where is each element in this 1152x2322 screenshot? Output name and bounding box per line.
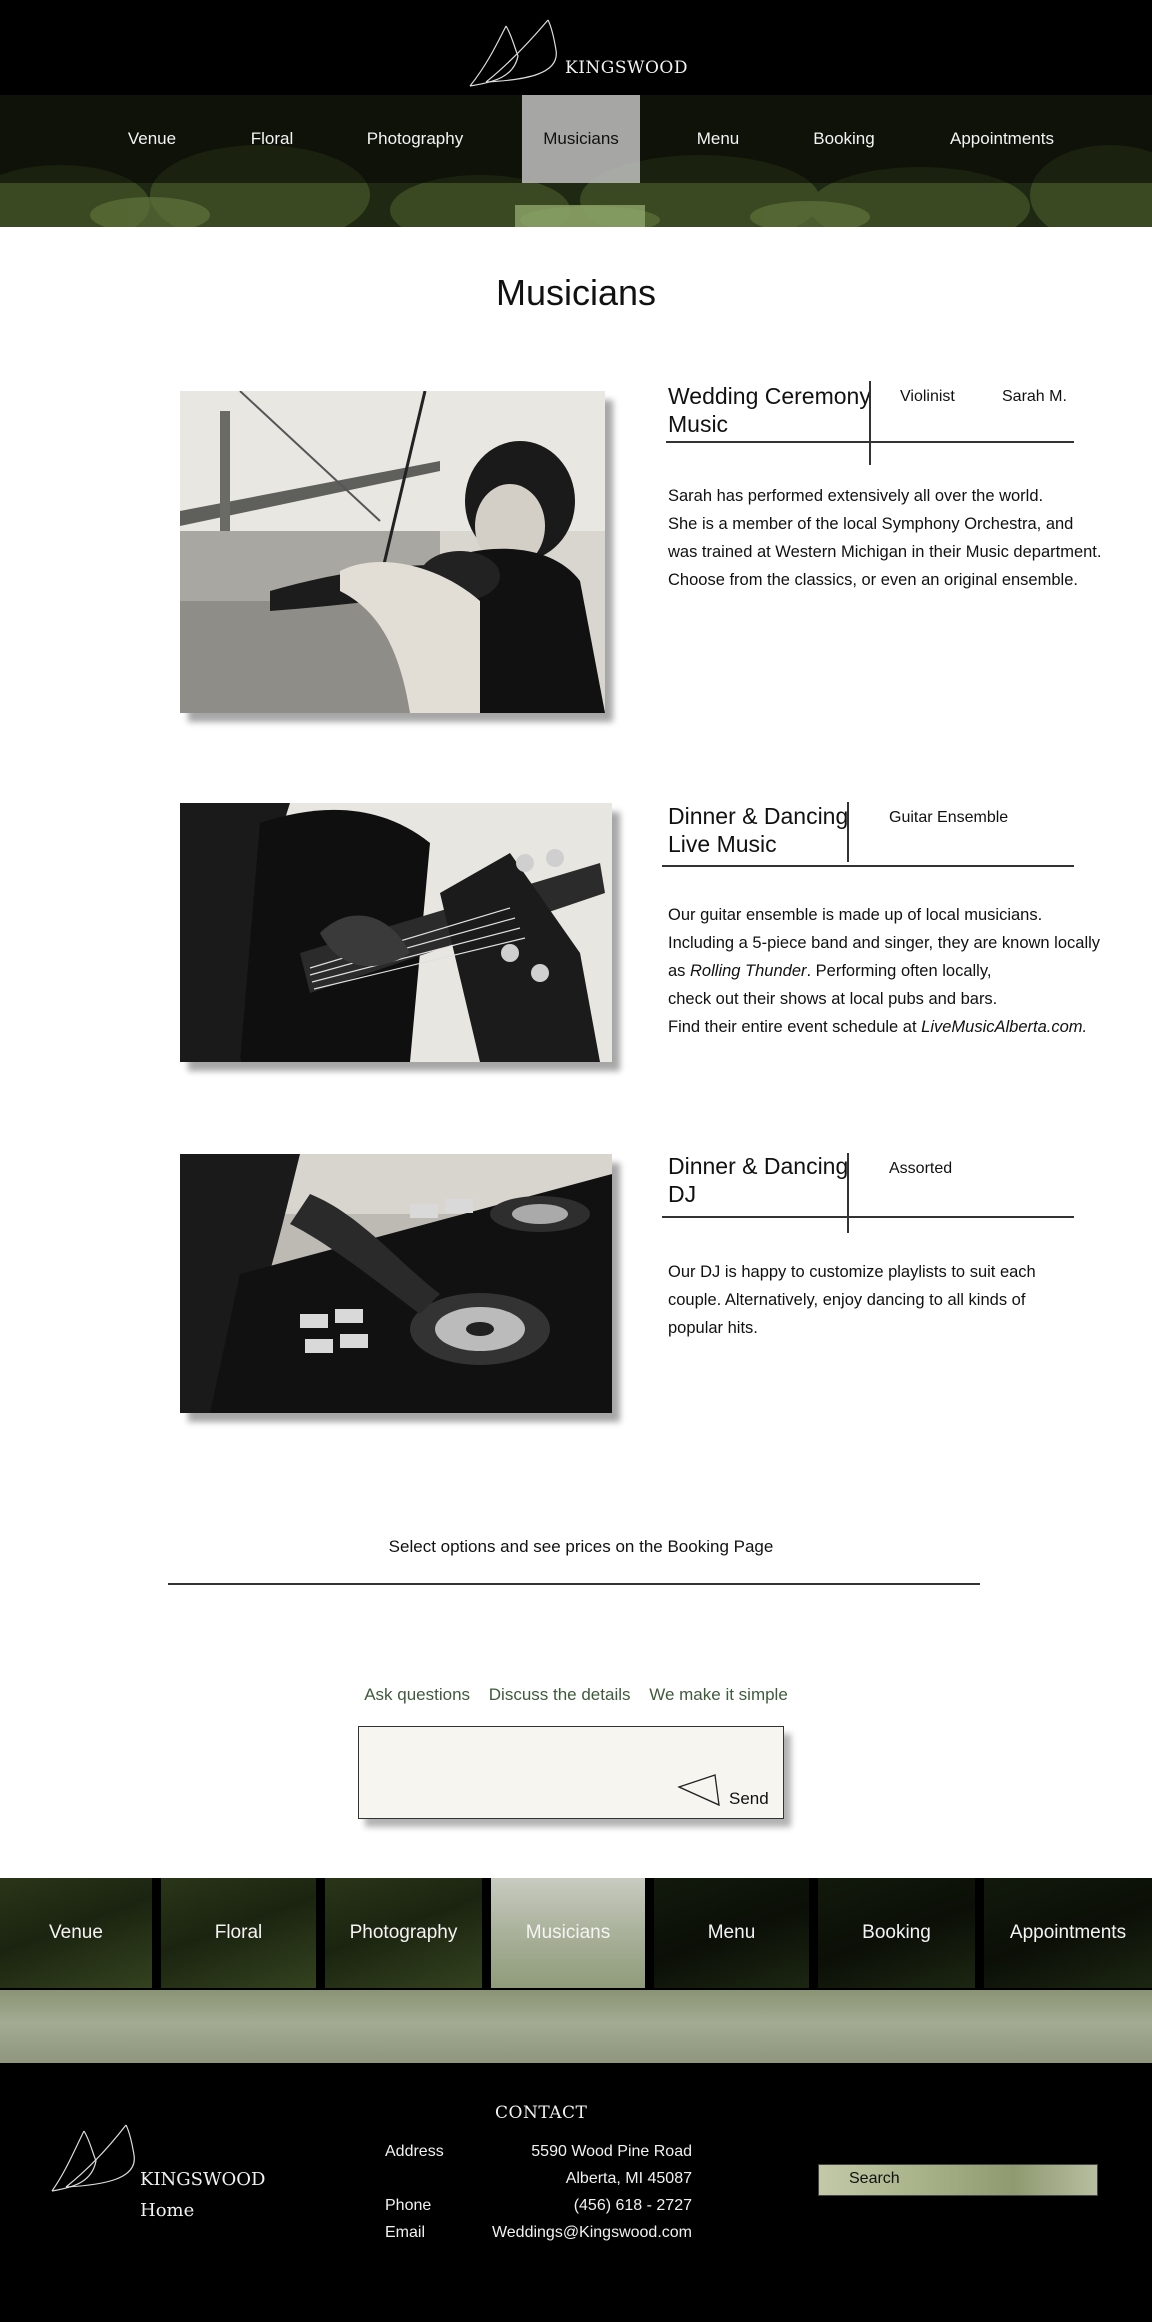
bottom-nav-menu[interactable]: Menu — [654, 1878, 809, 1988]
section-description: Our DJ is happy to customize playlists t… — [668, 1258, 1036, 1342]
paper-plane-icon[interactable] — [677, 1773, 721, 1807]
description-line: popular hits. — [668, 1319, 758, 1337]
nav-item-venue[interactable]: Venue — [102, 95, 202, 183]
dj-controller-photo — [180, 1154, 612, 1413]
description-line: Sarah has performed extensively all over… — [668, 487, 1044, 505]
forest-pond-image — [0, 1990, 1152, 2063]
description-line: check out their shows at local pubs and … — [668, 990, 998, 1008]
bottom-nav-label: Menu — [707, 1922, 756, 1943]
divider — [666, 441, 1074, 443]
ensemble-type: Guitar Ensemble — [889, 809, 1009, 826]
bottom-nav-venue[interactable]: Venue — [0, 1878, 152, 1988]
site-footer: KINGSWOOD Home CONTACT Address 5590 Wood… — [0, 2063, 1152, 2322]
site-header: KINGSWOOD — [0, 0, 1152, 95]
section-title: Dinner & Dancing DJ — [668, 1152, 848, 1208]
bottom-nav-label: Photography — [349, 1922, 458, 1943]
address-label: Address — [385, 2143, 444, 2160]
bottom-nav-appointments[interactable]: Appointments — [984, 1878, 1152, 1988]
bottom-nav-label: Venue — [49, 1922, 103, 1943]
address-line1: 5590 Wood Pine Road — [531, 2143, 692, 2160]
description-line: as Rolling Thunder. Performing often loc… — [668, 957, 1100, 985]
nav-item-appointments[interactable]: Appointments — [942, 95, 1062, 183]
bottom-nav-label: Appointments — [1009, 1922, 1127, 1943]
tagline-item: We make it simple — [649, 1685, 788, 1704]
kingswood-logo-icon[interactable] — [466, 16, 562, 90]
section-title-line2: Live Music — [668, 831, 777, 857]
section-title: Wedding Ceremony Music — [668, 382, 871, 438]
musician-name: Sarah M. — [1002, 388, 1067, 405]
section-description: Our guitar ensemble is made up of local … — [668, 901, 1100, 1041]
description-line: couple. Alternatively, enjoy dancing to … — [668, 1291, 1026, 1309]
page-title: Musicians — [495, 272, 657, 313]
brand-name: KINGSWOOD — [565, 58, 688, 78]
bottom-nav-label: Musicians — [525, 1922, 611, 1943]
schedule-website: LiveMusicAlberta.com. — [921, 1018, 1088, 1036]
bottom-nav-label: Floral — [214, 1922, 263, 1943]
section-title-line2: DJ — [668, 1181, 697, 1207]
divider — [662, 865, 1074, 867]
section-title-line1: Dinner & Dancing — [668, 1153, 849, 1179]
section-title-line2: Music — [668, 411, 729, 437]
kingswood-logo-icon[interactable] — [48, 2121, 140, 2195]
bass-guitar-photo — [180, 803, 612, 1062]
contact-heading: CONTACT — [495, 2103, 588, 2123]
bottom-nav-booking[interactable]: Booking — [818, 1878, 975, 1988]
description-line: was trained at Western Michigan in their… — [668, 543, 1102, 561]
dj-genre: Assorted — [889, 1160, 953, 1177]
top-nav-band: Venue Floral Photography Musicians Menu … — [0, 95, 1152, 227]
bottom-nav-label: Booking — [862, 1922, 931, 1943]
musician-role: Violinist — [900, 388, 955, 405]
bottom-nav-photography[interactable]: Photography — [325, 1878, 482, 1988]
address-line2: Alberta, MI 45087 — [565, 2170, 692, 2187]
divider — [662, 1216, 1074, 1218]
violinist-photo — [180, 391, 605, 713]
nav-item-booking[interactable]: Booking — [794, 95, 894, 183]
description-text: Find their entire event schedule at — [668, 1018, 922, 1036]
description-line: Including a 5-piece band and singer, the… — [668, 934, 1101, 952]
description-line: Choose from the classics, or even an ori… — [668, 571, 1078, 589]
divider — [847, 1153, 849, 1233]
contact-tagline: Ask questions Discuss the details We mak… — [0, 1685, 1152, 1705]
bottom-nav-floral[interactable]: Floral — [161, 1878, 316, 1988]
nav-item-musicians[interactable]: Musicians — [522, 95, 640, 183]
section-description: Sarah has performed extensively all over… — [668, 482, 1101, 594]
email-address[interactable]: Weddings@Kingswood.com — [492, 2224, 692, 2242]
section-title: Dinner & Dancing Live Music — [668, 802, 848, 858]
description-text: . Performing often locally, — [806, 962, 992, 980]
booking-page-link[interactable]: Select options and see prices on the Boo… — [0, 1537, 1152, 1557]
send-button[interactable]: Send — [729, 1789, 769, 1809]
email-label: Email — [385, 2224, 426, 2241]
tagline-item: Ask questions — [364, 1685, 471, 1704]
phone-label: Phone — [385, 2197, 432, 2214]
description-line: Find their entire event schedule at Live… — [668, 1013, 1100, 1041]
description-line: She is a member of the local Symphony Or… — [668, 515, 1074, 533]
description-line: Our guitar ensemble is made up of local … — [668, 906, 1043, 924]
divider — [847, 802, 849, 862]
phone-number[interactable]: (456) 618 - 2727 — [574, 2197, 692, 2215]
top-nav-bar: Venue Floral Photography Musicians Menu … — [0, 95, 1152, 183]
message-input[interactable]: Send — [358, 1726, 784, 1819]
bottom-nav: Venue Floral Photography Musicians Menu … — [0, 1878, 1152, 2063]
description-text: as — [668, 962, 691, 980]
footer-home-link[interactable]: Home — [140, 2200, 194, 2221]
nav-item-floral[interactable]: Floral — [222, 95, 322, 183]
divider — [869, 381, 871, 465]
nav-item-menu[interactable]: Menu — [668, 95, 768, 183]
divider — [168, 1583, 980, 1585]
search-input[interactable]: Search — [818, 2164, 1098, 2196]
nav-item-photography[interactable]: Photography — [350, 95, 480, 183]
bottom-nav-musicians[interactable]: Musicians — [491, 1878, 645, 1988]
band-name: Rolling Thunder — [690, 962, 807, 980]
tagline-item: Discuss the details — [488, 1685, 631, 1704]
section-title-line1: Dinner & Dancing — [668, 803, 849, 829]
footer-brand-name: KINGSWOOD — [140, 2169, 266, 2190]
section-title-line1: Wedding Ceremony — [668, 383, 871, 409]
description-line: Our DJ is happy to customize playlists t… — [668, 1263, 1036, 1281]
search-label: Search — [849, 2170, 900, 2187]
